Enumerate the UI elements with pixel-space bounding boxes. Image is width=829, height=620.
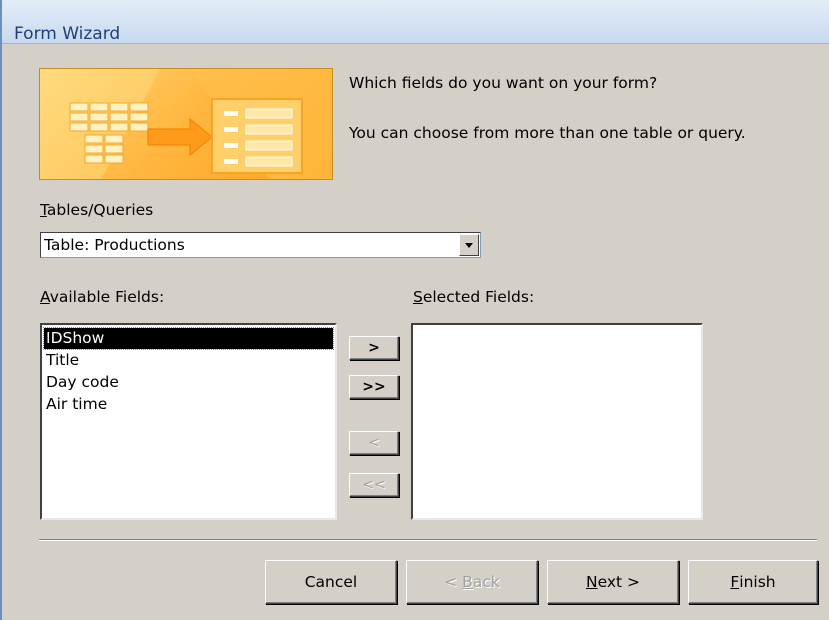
available-fields-list[interactable]: IDShow Title Day code Air time (40, 323, 337, 520)
tables-queries-access-key: T (40, 201, 47, 219)
finish-label-text: inish (739, 573, 776, 591)
list-item[interactable]: Title (44, 350, 333, 371)
remove-all-fields-button[interactable]: << (349, 473, 399, 497)
back-button[interactable]: < Back (406, 560, 538, 604)
available-fields-label-text: vailable Fields: (49, 288, 165, 306)
dropdown-button[interactable] (459, 234, 479, 256)
tables-queries-label-text: ables/Queries (46, 201, 154, 219)
add-all-fields-button[interactable]: >> (349, 375, 399, 399)
tables-queries-select[interactable]: Table: Productions (40, 232, 481, 258)
finish-button[interactable]: Finish (688, 560, 818, 604)
back-access-key: B (462, 573, 473, 591)
next-button[interactable]: Next > (547, 560, 679, 604)
window-title: Form Wizard (14, 24, 121, 44)
available-fields-label: Available Fields: (40, 288, 164, 306)
wizard-banner-graphic (39, 68, 333, 180)
selected-fields-label-text: elected Fields: (422, 288, 535, 306)
finish-access-key: F (730, 573, 740, 591)
wizard-prompt-question: Which fields do you want on your form? (349, 74, 658, 92)
title-bar[interactable]: Form Wizard (2, 0, 829, 44)
wizard-content: Which fields do you want on your form? Y… (2, 44, 829, 620)
remove-field-button[interactable]: < (349, 431, 399, 455)
next-label-text: ext > (597, 573, 641, 591)
chevron-down-icon (465, 243, 473, 248)
list-item[interactable]: Air time (44, 394, 333, 415)
form-wizard-illustration-icon (40, 69, 332, 179)
available-fields-access-key: A (40, 288, 50, 306)
wizard-prompt-hint: You can choose from more than one table … (349, 124, 746, 142)
next-access-key: N (585, 573, 598, 591)
selected-fields-list[interactable] (411, 323, 703, 520)
cancel-button[interactable]: Cancel (265, 560, 397, 604)
form-wizard-window: Form Wizard Which fields do you want on … (0, 0, 829, 620)
tables-queries-label: Tables/Queries (40, 201, 153, 219)
back-label-text: ack (472, 573, 500, 591)
footer-divider (39, 539, 817, 541)
selected-fields-access-key: S (413, 288, 423, 306)
selected-fields-label: Selected Fields: (413, 288, 534, 306)
back-prefix: < (444, 573, 463, 591)
list-item[interactable]: Day code (44, 372, 333, 393)
add-field-button[interactable]: > (349, 336, 399, 360)
tables-queries-value: Table: Productions (44, 236, 185, 254)
list-item[interactable]: IDShow (43, 327, 334, 350)
